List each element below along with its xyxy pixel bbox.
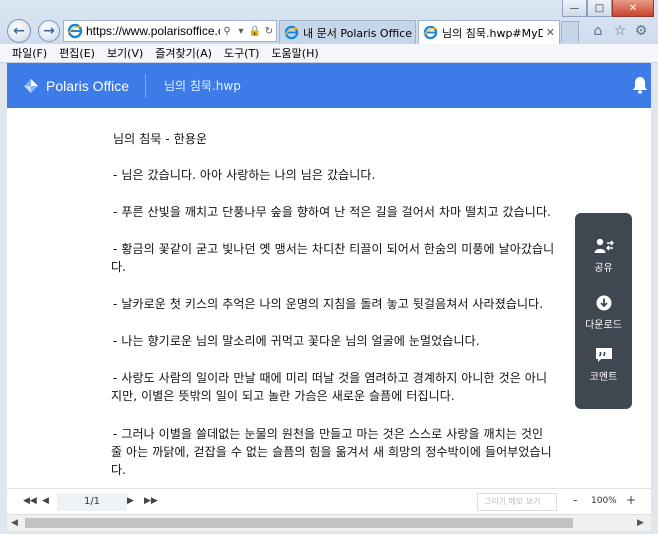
doc-line: 줄 아는 까닭에, 걷잡을 수 없는 슬픔의 힘을 옮겨서 새 희망의 정수박이… [111,445,552,459]
minimize-button[interactable]: — [562,0,587,17]
window-frame-right [651,63,658,534]
close-window-button[interactable]: ✕ [612,0,654,17]
menu-help[interactable]: 도움말(H) [271,45,318,61]
download-button[interactable]: 다운로드 [575,295,632,331]
menu-favorites[interactable]: 즐겨찾기(A) [155,45,212,61]
scroll-right-icon[interactable]: ▶ [637,518,644,528]
arrow-right-icon: → [43,23,55,39]
forward-button[interactable]: → [38,20,60,42]
bottom-toolbar: ◀◀ ◀ 1/1 ▶ ▶▶ 그리기 메모 보기 - 100% + [7,488,651,514]
browser-chrome: ← → https://www.polarisoffice.com/ ⚲ ▾ 🔒… [0,0,658,44]
refresh-icon[interactable]: ↻ [262,26,276,37]
menu-file[interactable]: 파일(F) [12,45,47,61]
doc-line: 다. [111,463,127,477]
menu-view[interactable]: 보기(V) [107,45,143,61]
gear-icon[interactable]: ⚙ [633,23,649,39]
new-tab-button[interactable] [561,21,579,43]
tab-label: 님의 침묵.hwp#MyDo... [442,26,543,40]
doc-line: 다. [111,260,127,274]
comment-icon [595,348,612,362]
tab-label: 내 문서 Polaris Office [303,26,413,40]
ie-logo-icon [423,25,438,40]
window-controls: — □ ✕ [562,0,654,17]
share-button[interactable]: 공유 [575,238,632,274]
menu-edit[interactable]: 편집(E) [59,45,95,61]
first-page-icon[interactable]: ◀◀ [23,496,37,506]
close-tab-icon[interactable]: ✕ [546,26,555,39]
comment-label: 코멘트 [589,372,618,383]
doc-line: - 나는 향기로운 님의 말소리에 귀먹고 꽃다운 님의 얼굴에 눈멀었습니다. [113,334,480,348]
polaris-logo-icon[interactable] [22,77,40,95]
window-frame-left [0,63,7,534]
menu-tools[interactable]: 도구(T) [224,45,260,61]
zoom-in-button[interactable]: + [626,493,636,507]
doc-line: - 날카로운 첫 키스의 추억은 나의 운명의 지침을 돌려 놓고 뒷걸음쳐서 … [113,297,544,311]
url-text: https://www.polarisoffice.com/ [86,24,220,38]
lock-icon[interactable]: 🔒 [248,26,262,37]
doc-line: - 푸른 산빛을 깨치고 단풍나무 숲을 향하여 난 적은 길을 걸어서 차마 … [113,205,551,219]
document-title: 님의 침묵.hwp [164,79,241,93]
ie-logo-icon [67,23,83,39]
address-bar[interactable]: https://www.polarisoffice.com/ ⚲ ▾ 🔒 ↻ [63,20,277,42]
doc-line: - 황금의 꽃같이 굳고 빛나던 옛 맹서는 차디찬 티끌이 되어서 한숨의 미… [113,242,555,256]
doc-line: 지만, 이별은 뜻밖의 일이 되고 놀란 가슴은 새로운 슬픔에 터집니다. [111,389,455,403]
arrow-left-icon: ← [13,23,25,39]
share-user-icon [594,238,614,253]
ie-logo-icon [284,25,299,40]
floating-action-panel: 공유 다운로드 코멘트 [575,213,632,409]
bell-icon[interactable] [632,76,648,94]
doc-line: - 그러나 이별을 쓸데없는 눈물의 원천을 만들고 마는 것은 스스로 사랑을… [113,427,544,441]
scrollbar-thumb[interactable] [25,518,573,528]
search-icon[interactable]: ⚲ [220,26,234,37]
maximize-button[interactable]: □ [587,0,612,17]
scroll-left-icon[interactable]: ◀ [11,518,18,528]
favorites-star-icon[interactable]: ☆ [612,23,628,39]
horizontal-scrollbar[interactable]: ◀ ▶ [7,514,651,531]
last-page-icon[interactable]: ▶▶ [144,496,158,506]
zoom-out-button[interactable]: - [573,493,577,507]
tab-my-docs[interactable]: 내 문서 Polaris Office [279,20,416,44]
zoom-level: 100% [591,496,617,506]
brand-name[interactable]: Polaris Office [46,78,129,94]
doc-line: 님의 침묵 - 한용운 [113,132,208,146]
dropdown-icon[interactable]: ▾ [234,26,248,37]
menu-bar: 파일(F) 편집(E) 보기(V) 즐겨찾기(A) 도구(T) 도움말(H) [0,44,658,63]
page-indicator[interactable]: 1/1 [57,493,127,511]
drawing-memo-toggle[interactable]: 그리기 메모 보기 [477,493,557,511]
home-icon[interactable]: ⌂ [590,23,606,39]
back-button[interactable]: ← [7,19,31,43]
app-header: Polaris Office 님의 침묵.hwp [7,63,651,108]
download-label: 다운로드 [585,320,622,331]
header-divider [145,73,146,98]
doc-line: - 사랑도 사람의 일이라 만날 때에 미리 떠날 것을 염려하고 경계하지 아… [113,371,548,385]
download-icon [596,295,611,311]
next-page-icon[interactable]: ▶ [127,496,134,506]
doc-line: - 님은 갔습니다. 아아 사랑하는 나의 님은 갔습니다. [113,168,376,182]
prev-page-icon[interactable]: ◀ [42,496,49,506]
document-view: 님의 침묵 - 한용운 - 님은 갔습니다. 아아 사랑하는 나의 님은 갔습니… [7,108,651,488]
share-label: 공유 [594,263,613,274]
comment-button[interactable]: 코멘트 [575,347,632,383]
tab-document[interactable]: 님의 침묵.hwp#MyDo... ✕ [418,20,560,44]
